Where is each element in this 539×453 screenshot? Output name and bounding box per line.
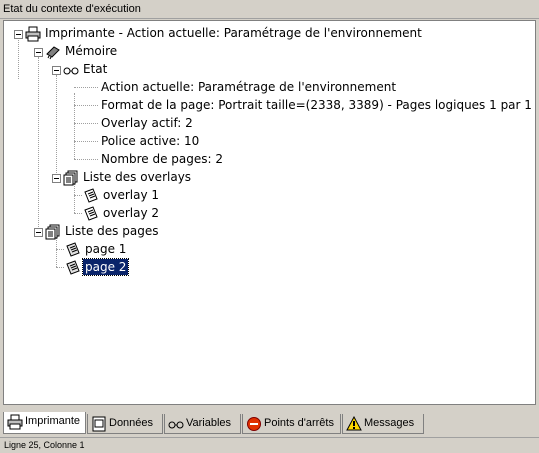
tree-label: overlay 2 <box>103 206 159 220</box>
overlay-document-icon <box>84 206 98 221</box>
tab-messages[interactable]: Messages <box>342 414 424 434</box>
status-bar: Ligne 25, Colonne 1 <box>0 437 539 453</box>
tree-node-etat-item[interactable]: Format de la page: Portrait taille=(2338… <box>4 97 532 115</box>
page-document-icon <box>66 260 80 275</box>
tree-label-selected: page 2 <box>81 258 130 276</box>
tree-label: Liste des overlays <box>83 170 192 184</box>
tree-node-etat-item[interactable]: Action actuelle: Paramétrage de l'enviro… <box>4 79 524 97</box>
tree-node-memoire[interactable]: Mémoire <box>4 43 304 61</box>
tree-node-pages[interactable]: Liste des pages <box>4 223 304 241</box>
document-icon <box>92 416 106 432</box>
tab-label: Variables <box>186 417 232 429</box>
tree-node-page[interactable]: page 1 <box>4 241 304 259</box>
collapse-toggle[interactable] <box>34 48 43 57</box>
documents-stack-icon <box>45 224 60 240</box>
window-title: Etat du contexte d'exécution <box>0 0 539 19</box>
tree-label: Etat <box>83 62 108 76</box>
warning-icon <box>346 416 362 431</box>
printer-icon <box>25 26 41 42</box>
tree-label: overlay 1 <box>103 188 159 202</box>
tree-node-overlay[interactable]: overlay 2 <box>4 205 304 223</box>
tab-points-arrets[interactable]: Points d'arrêts <box>242 414 341 434</box>
tab-label: Messages <box>364 417 415 429</box>
tree-node-etat-item[interactable]: Overlay actif: 2 <box>4 115 304 133</box>
documents-stack-icon <box>63 170 78 186</box>
tab-donnees[interactable]: Données <box>87 414 163 434</box>
tree-node-imprimante[interactable]: Imprimante - Action actuelle: Paramétrag… <box>4 25 524 43</box>
tab-label: Données <box>109 417 154 429</box>
tree-node-page-selected[interactable]: page 2 <box>4 258 304 277</box>
tree-label: Nombre de pages: 2 <box>101 152 224 166</box>
tree-label: Format de la page: Portrait taille=(2338… <box>101 98 532 112</box>
collapse-toggle[interactable] <box>34 228 43 237</box>
overlay-document-icon <box>84 188 98 203</box>
glasses-icon <box>63 67 79 75</box>
tree-label: Liste des pages <box>65 224 159 238</box>
collapse-toggle[interactable] <box>52 66 61 75</box>
collapse-toggle[interactable] <box>14 30 23 39</box>
tab-variables[interactable]: Variables <box>164 414 241 434</box>
tree-label: page 1 <box>85 242 127 256</box>
tree-node-etat-item[interactable]: Police active: 10 <box>4 133 304 151</box>
tree-node-overlays[interactable]: Liste des overlays <box>4 169 304 187</box>
execution-context-tree[interactable]: Imprimante - Action actuelle: Paramétrag… <box>4 21 535 404</box>
tab-imprimante[interactable]: Imprimante <box>3 412 86 434</box>
stop-icon <box>247 417 261 431</box>
page-document-icon <box>66 242 80 257</box>
tab-label: Points d'arrêts <box>264 417 334 429</box>
tree-label: Imprimante - Action actuelle: Paramétrag… <box>45 26 422 40</box>
glasses-icon <box>168 421 184 429</box>
tree-node-overlay[interactable]: overlay 1 <box>4 187 304 205</box>
printer-icon <box>7 414 23 430</box>
tree-label: Overlay actif: 2 <box>101 116 193 130</box>
execution-context-tree-panel[interactable]: Imprimante - Action actuelle: Paramétrag… <box>3 20 536 405</box>
tab-label: Imprimante <box>25 415 81 427</box>
tree-label: Action actuelle: Paramétrage de l'enviro… <box>101 80 397 94</box>
memory-chip-icon <box>46 46 60 60</box>
collapse-toggle[interactable] <box>52 174 61 183</box>
tree-label: Police active: 10 <box>101 134 200 148</box>
tree-node-etat-item[interactable]: Nombre de pages: 2 <box>4 151 304 169</box>
tree-label: Mémoire <box>65 44 118 58</box>
tree-node-etat[interactable]: Etat <box>4 61 204 79</box>
bottom-tab-bar: Imprimante Données Variables Points d'ar… <box>3 412 536 436</box>
